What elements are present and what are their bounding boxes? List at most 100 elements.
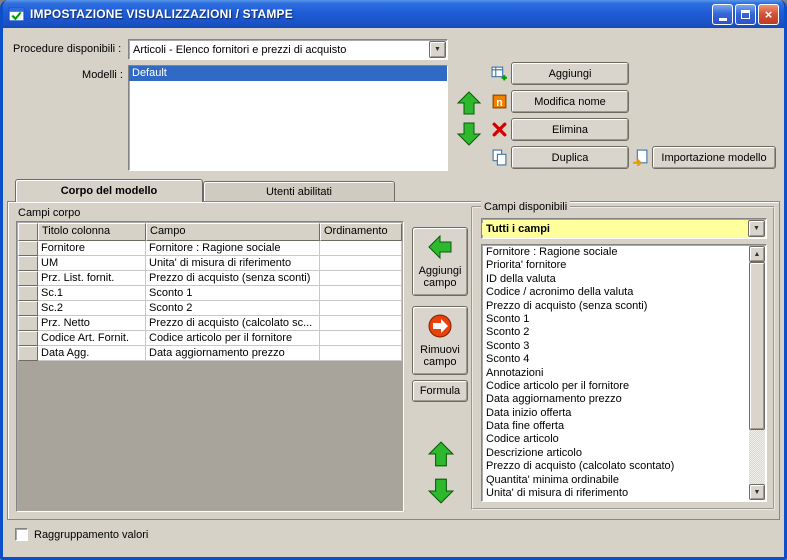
campi-disponibili-group: Campi disponibili Tutti i campi ▼ Fornit… <box>471 201 775 510</box>
importazione-modello-button[interactable]: Importazione modello <box>652 146 776 169</box>
list-item[interactable]: Unita' di misura di riferimento <box>483 487 749 500</box>
aggiungi-campo-button[interactable]: Aggiungi campo <box>412 227 468 296</box>
available-fields-list[interactable]: Fornitore : Ragione sociale Priorita' for… <box>481 244 767 502</box>
list-item[interactable]: Sconto 1 <box>483 313 749 326</box>
grid-body: Fornitore Fornitore : Ragione sociale UM Un… <box>18 241 402 510</box>
table-cell[interactable] <box>320 241 402 256</box>
close-button[interactable]: × <box>758 3 779 25</box>
row-header-cell[interactable] <box>18 331 38 346</box>
list-item[interactable]: Sconto 4 <box>483 353 749 366</box>
table-cell[interactable]: Codice Art. Fornit. <box>38 331 146 346</box>
table-row[interactable]: Sc.1 Sconto 1 <box>18 286 402 301</box>
list-item[interactable]: Quantita' minima ordinabile <box>483 474 749 487</box>
table-cell[interactable]: Unita' di misura di riferimento <box>146 256 320 271</box>
table-cell[interactable] <box>320 316 402 331</box>
vertical-scrollbar[interactable]: ▲ ▼ <box>749 246 765 500</box>
table-cell[interactable] <box>320 271 402 286</box>
list-item[interactable]: Prezzo di acquisto (calcolato scontato) <box>483 460 749 473</box>
modelli-listbox[interactable]: Default <box>128 65 448 171</box>
table-cell[interactable]: Fornitore : Ragione sociale <box>146 241 320 256</box>
list-item[interactable]: Codice articolo <box>483 433 749 446</box>
table-row[interactable]: Sc.2 Sconto 2 <box>18 301 402 316</box>
list-item[interactable]: Annotazioni <box>483 367 749 380</box>
table-cell[interactable]: Prz. Netto <box>38 316 146 331</box>
table-cell[interactable] <box>320 346 402 361</box>
column-header[interactable]: Campo <box>146 223 320 241</box>
list-item[interactable]: Data fine offerta <box>483 420 749 433</box>
list-item[interactable]: Prezzo di acquisto (senza sconti) <box>483 300 749 313</box>
table-row[interactable]: Fornitore Fornitore : Ragione sociale <box>18 241 402 256</box>
table-cell[interactable]: Sc.1 <box>38 286 146 301</box>
table-row[interactable]: Data Agg. Data aggiornamento prezzo <box>18 346 402 361</box>
table-cell[interactable]: Data Agg. <box>38 346 146 361</box>
table-cell[interactable]: Prezzo di acquisto (calcolato sc... <box>146 316 320 331</box>
table-cell[interactable] <box>320 301 402 316</box>
table-cell[interactable] <box>320 256 402 271</box>
field-move-up-button[interactable] <box>426 439 456 469</box>
elimina-button[interactable]: Elimina <box>511 118 629 141</box>
aggiungi-button[interactable]: Aggiungi <box>511 62 629 85</box>
scrollbar-thumb[interactable] <box>749 262 765 430</box>
list-item[interactable]: Sconto 3 <box>483 340 749 353</box>
rimuovi-campo-button[interactable]: Rimuovi campo <box>412 306 468 375</box>
list-item[interactable]: Sconto 2 <box>483 326 749 339</box>
tab-label: Corpo del modello <box>60 185 158 197</box>
tab-utenti-abilitati[interactable]: Utenti abilitati <box>203 181 395 201</box>
minimize-button[interactable] <box>712 3 733 25</box>
model-move-up-button[interactable] <box>456 90 482 116</box>
formula-button[interactable]: Formula <box>412 380 468 402</box>
procedure-select[interactable]: Articoli - Elenco fornitori e prezzi di … <box>128 39 448 60</box>
modelli-item[interactable]: Default <box>129 66 447 81</box>
list-item[interactable]: Data aggiornamento prezzo <box>483 393 749 406</box>
table-cell[interactable]: Prz. List. fornit. <box>38 271 146 286</box>
column-header[interactable]: Titolo colonna <box>38 223 146 241</box>
raggruppamento-checkbox[interactable] <box>15 528 28 541</box>
row-header-cell[interactable] <box>18 346 38 361</box>
list-item[interactable]: Priorita' fornitore <box>483 259 749 272</box>
table-row[interactable]: UM Unita' di misura di riferimento <box>18 256 402 271</box>
column-header[interactable]: Ordinamento <box>320 223 402 241</box>
table-cell[interactable]: Prezzo di acquisto (senza sconti) <box>146 271 320 286</box>
table-cell[interactable] <box>320 331 402 346</box>
row-header-cell[interactable] <box>18 271 38 286</box>
list-item[interactable]: Codice / acronimo della valuta <box>483 286 749 299</box>
list-item[interactable]: ID della valuta <box>483 273 749 286</box>
modelli-label: Modelli : <box>82 69 123 81</box>
list-item[interactable]: Data inizio offerta <box>483 407 749 420</box>
row-header-cell[interactable] <box>18 316 38 331</box>
table-cell[interactable]: Data aggiornamento prezzo <box>146 346 320 361</box>
table-cell[interactable] <box>320 286 402 301</box>
titlebar[interactable]: IMPOSTAZIONE VISUALIZZAZIONI / STAMPE × <box>3 0 784 28</box>
table-cell[interactable]: Codice articolo per il fornitore <box>146 331 320 346</box>
row-header-cell[interactable] <box>18 256 38 271</box>
field-move-down-button[interactable] <box>426 476 456 506</box>
list-item[interactable]: Codice articolo per il fornitore <box>483 380 749 393</box>
modifica-nome-button[interactable]: Modifica nome <box>511 90 629 113</box>
tab-corpo-del-modello[interactable]: Corpo del modello <box>15 179 203 202</box>
table-cell[interactable]: UM <box>38 256 146 271</box>
dropdown-arrow-icon[interactable]: ▼ <box>748 220 765 237</box>
window-title: IMPOSTAZIONE VISUALIZZAZIONI / STAMPE <box>30 7 293 21</box>
duplica-button[interactable]: Duplica <box>511 146 629 169</box>
maximize-button[interactable] <box>735 3 756 25</box>
row-header-cell[interactable] <box>18 241 38 256</box>
table-cell[interactable]: Sconto 2 <box>146 301 320 316</box>
list-item[interactable]: Descrizione articolo <box>483 447 749 460</box>
table-row[interactable]: Prz. List. fornit. Prezzo di acquisto (se… <box>18 271 402 286</box>
model-move-down-button[interactable] <box>456 121 482 147</box>
list-item[interactable]: Fornitore : Ragione sociale <box>483 246 749 259</box>
corpo-del-modello-panel: Campi corpo Titolo colonna Campo Ordinamen… <box>7 201 780 520</box>
campi-filter-select[interactable]: Tutti i campi ▼ <box>481 218 767 239</box>
maximize-icon <box>741 9 750 19</box>
row-header-cell[interactable] <box>18 286 38 301</box>
table-cell[interactable]: Fornitore <box>38 241 146 256</box>
scroll-up-button[interactable]: ▲ <box>749 246 765 262</box>
scroll-down-button[interactable]: ▼ <box>749 484 765 500</box>
row-header-cell[interactable] <box>18 301 38 316</box>
dropdown-arrow-icon[interactable]: ▼ <box>429 41 446 58</box>
table-cell[interactable]: Sc.2 <box>38 301 146 316</box>
table-cell[interactable]: Sconto 1 <box>146 286 320 301</box>
campi-disponibili-label: Campi disponibili <box>481 201 571 213</box>
table-row[interactable]: Codice Art. Fornit. Codice articolo per i… <box>18 331 402 346</box>
table-row[interactable]: Prz. Netto Prezzo di acquisto (calcolato … <box>18 316 402 331</box>
